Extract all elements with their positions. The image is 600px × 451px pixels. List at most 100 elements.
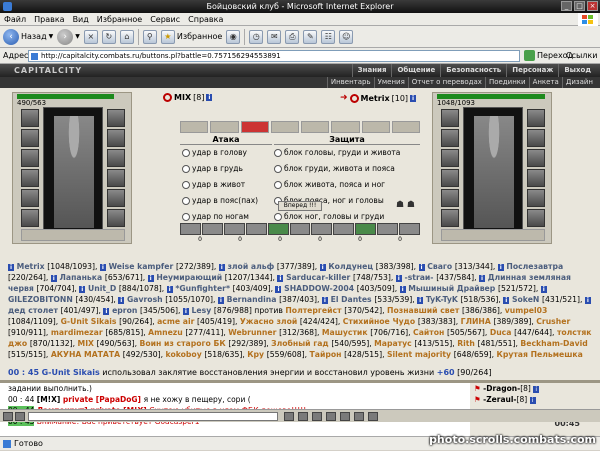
nav-skills[interactable]: Умения [373,77,408,88]
chest-armor-slot[interactable] [527,169,545,187]
menu-help[interactable]: Справка [184,15,227,24]
nav-inventory[interactable]: Инвентарь [326,77,374,88]
belt-slot[interactable] [21,189,39,207]
links-button[interactable]: Ссылки [566,51,597,60]
ring-slot[interactable] [441,149,459,167]
participant-info-icon[interactable]: i [584,297,591,304]
chat-time[interactable]: 00 : 44 [8,395,34,404]
weapon-slot[interactable] [21,129,39,147]
participant-name[interactable]: Lesy [189,306,214,315]
attack-option-legs[interactable]: удар по ногам [182,212,249,221]
print-icon[interactable]: ⎙ [285,29,300,44]
tactic-slot[interactable] [333,223,355,235]
info-icon[interactable]: i [410,94,417,102]
participant-name[interactable]: АКУНА МАТАТА [51,350,123,359]
participant-name[interactable]: mardimezar [51,328,105,337]
site-logo[interactable]: CAPITALCITY [14,64,82,77]
nav-knowledge[interactable]: Знания [351,64,392,77]
participant-name[interactable]: дед столет [8,306,61,315]
participant-name[interactable]: Gavrosh [124,295,165,304]
participant-name[interactable]: vumpel03 [505,306,548,315]
sword-slot[interactable] [21,149,39,167]
chat-recipient[interactable]: private [PapaDoG] [63,395,144,404]
legs-slot[interactable] [107,209,125,227]
shield-slot[interactable] [527,189,545,207]
armor-slot[interactable] [441,169,459,187]
participant-name[interactable]: Amnezu [148,328,185,337]
right-fighter-name[interactable]: ➜ Metrix [10] i [340,93,417,103]
menu-tools[interactable]: Сервис [146,15,184,24]
messenger-icon[interactable]: ☺ [339,29,354,44]
nav-profile[interactable]: Анкета [528,77,562,88]
close-button[interactable]: × [587,1,598,11]
tactic-slot[interactable] [399,223,420,235]
participant-name[interactable]: Послезавтра [504,262,563,271]
participant-name[interactable]: epron [109,306,140,315]
participant-name[interactable]: ГЛИНА [461,317,494,326]
attack-option-chest[interactable]: удар в грудь [182,164,243,173]
participant-name[interactable]: G-Unit Sikais [61,317,120,326]
participant-name[interactable]: -straи- [402,273,436,282]
participant-name[interactable]: Неумирающий [154,273,225,282]
tactic-slot[interactable] [245,223,267,235]
block-option-1[interactable]: блок головы, груди и живота [274,148,400,157]
participant-name[interactable]: Сайтон [413,328,447,337]
participant-name[interactable]: Познавший свет [387,306,462,315]
participant-name[interactable]: GILEZOBITONN [8,295,75,304]
online-user[interactable]: ⚑ -Dragon-[8] i [474,383,600,394]
mail-icon[interactable]: ✉ [267,29,282,44]
participant-name[interactable]: SHADDOW-2004 [281,284,356,293]
participant-name[interactable]: Колдунец [326,262,376,271]
participant-name[interactable]: Лапанька [57,273,105,282]
boots-slot[interactable] [21,209,39,227]
scroll-slots[interactable] [441,229,545,241]
tactic-slot[interactable] [377,223,399,235]
earring-slot[interactable] [527,109,545,127]
tactic-slot[interactable] [289,223,311,235]
smiles-icon[interactable] [312,412,322,421]
media-icon[interactable]: ◉ [226,29,241,44]
participant-name[interactable]: Rith [457,339,477,348]
clear-icon[interactable] [298,412,308,421]
participant-name[interactable]: kokoboy [166,350,205,359]
legs-slot[interactable] [527,209,545,227]
exit-icon[interactable] [368,412,378,421]
participant-name[interactable]: Машустик [322,328,370,337]
attack-option-groin[interactable]: удар в пояс(пах) [182,196,258,205]
forward-button[interactable]: › ▼ [57,28,80,46]
participant-name[interactable]: Полтергейст [285,306,344,315]
participant-name[interactable]: Сваго [425,262,455,271]
participant-name[interactable]: Sarducar-killer [283,273,353,282]
info-icon[interactable]: i [206,94,213,101]
participant-name[interactable]: Duca [490,328,514,337]
tactic-slot[interactable] [223,223,245,235]
send-icon[interactable] [284,412,294,421]
menu-edit[interactable]: Правка [30,15,68,24]
favorites-button[interactable]: ★ Избранное [160,28,222,46]
tactic-slot[interactable] [311,223,333,235]
nav-communication[interactable]: Общение [391,64,440,77]
nav-character[interactable]: Персонаж [506,64,558,77]
participant-name[interactable]: Крутая Пельмешка [497,350,583,359]
participant-info-icon[interactable]: i [540,286,547,293]
search-icon[interactable]: ⚲ [142,29,157,44]
forward-attack-button[interactable]: Вперед !!! [278,201,322,211]
scroll-slots[interactable] [21,229,125,241]
participant-name[interactable]: MIX [78,339,97,348]
participant-name[interactable]: Webrunner [228,328,279,337]
bracer-slot[interactable] [527,149,545,167]
participant-name[interactable]: acme air [157,317,197,326]
participant-name[interactable]: Ужасно злой [240,317,300,326]
helmet-slot[interactable] [21,109,39,127]
belt-slot[interactable] [441,189,459,207]
participant-name[interactable]: Bernandina [224,295,279,304]
earring-slot[interactable] [107,109,125,127]
edit-icon[interactable]: ✎ [303,29,318,44]
menu-file[interactable]: Файл [0,15,30,24]
tactic-slot[interactable] [355,223,377,235]
weapon-slot[interactable] [441,129,459,147]
helmet-slot[interactable] [441,109,459,127]
refresh-chat-icon[interactable] [354,412,364,421]
amulet-slot[interactable] [107,129,125,147]
participant-name[interactable]: злой альф [225,262,277,271]
